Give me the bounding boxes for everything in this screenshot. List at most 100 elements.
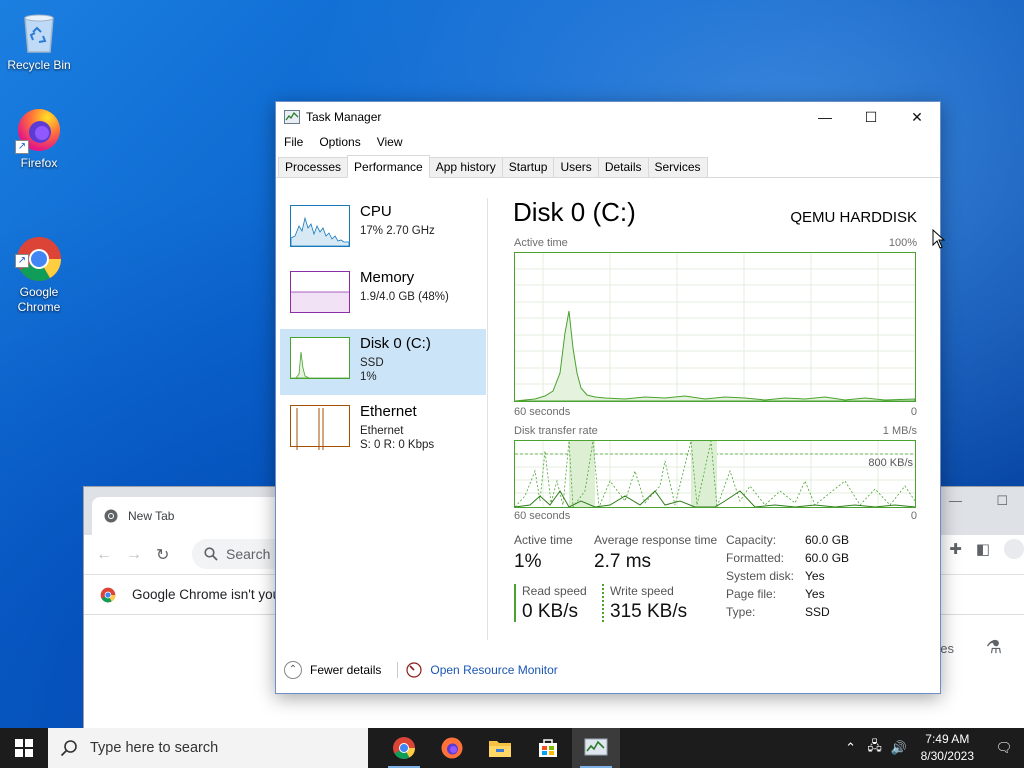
tab-startup[interactable]: Startup [501, 157, 555, 177]
chevron-up-icon[interactable]: ⌃ [839, 740, 863, 756]
resource-name: Disk 0 (C:) [360, 335, 431, 352]
resource-item-disk-0[interactable]: Disk 0 (C:) SSD 1% [280, 329, 486, 395]
task-manager-icon [584, 738, 608, 756]
active-time-graph-timespan: 60 seconds [514, 406, 571, 418]
search-icon [204, 547, 218, 561]
tab-users[interactable]: Users [553, 157, 599, 177]
tab-details[interactable]: Details [597, 157, 649, 177]
infobar-text: Google Chrome isn't you [132, 587, 281, 602]
close-button[interactable]: ✕ [894, 102, 940, 132]
active-time-graph [514, 252, 916, 402]
windows-logo-icon [15, 739, 33, 757]
clock-date: 8/30/2023 [920, 749, 974, 763]
chrome-logo-icon [100, 587, 116, 602]
open-resource-monitor-link[interactable]: Open Resource Monitor [430, 663, 557, 677]
desktop-icon-recycle-bin[interactable]: Recycle Bin [1, 8, 77, 72]
firefox-icon: ↗ [15, 106, 63, 154]
stat-write-speed-label: Write speed [610, 584, 674, 598]
transfer-rate-graph-min: 0 [910, 510, 917, 522]
stat-write-speed-value: 315 KB/s [610, 601, 688, 622]
desktop-icon-label: Recycle Bin [7, 58, 71, 72]
volume-icon[interactable]: 🔊 [887, 740, 911, 756]
taskbar-search-placeholder: Type here to search [90, 740, 219, 756]
chevron-up-icon[interactable]: ⌃ [284, 661, 302, 679]
memory-thumbnail-graph [290, 271, 350, 313]
task-manager-window[interactable]: Task Manager — ☐ ✕ File Options View Pro… [275, 101, 941, 694]
menu-options[interactable]: Options [319, 135, 360, 149]
resource-name: Ethernet [360, 403, 417, 420]
window-controls: — ☐ ✕ [802, 102, 940, 132]
file-explorer-icon [489, 741, 511, 757]
chrome-maximize-button[interactable]: ☐ [996, 493, 1008, 509]
extensions-icon[interactable]: ✚ [949, 540, 962, 558]
footer-separator [397, 662, 399, 678]
taskbar-app-task-manager[interactable] [572, 728, 620, 768]
desktop-icon-label: Google Chrome [17, 285, 61, 314]
prop-capacity-value: 60.0 GB [805, 533, 850, 547]
clock[interactable]: 7:49 AM 8/30/2023 [911, 731, 984, 765]
taskbar-app-firefox[interactable] [428, 728, 476, 768]
resource-usage: 1% [360, 371, 377, 383]
chrome-tab-favicon-icon [104, 509, 118, 523]
menu-file[interactable]: File [284, 135, 303, 149]
prop-page-file-label: Page file: [726, 587, 777, 601]
search-icon [60, 740, 77, 757]
fewer-details-button[interactable]: Fewer details [310, 663, 381, 677]
stat-active-time-value: 1% [514, 551, 542, 572]
taskbar-search-box[interactable]: Type here to search [48, 728, 368, 768]
resource-item-memory[interactable]: Memory 1.9/4.0 GB (48%) [280, 263, 486, 327]
resource-item-ethernet[interactable]: Ethernet Ethernet S: 0 R: 0 Kbps [280, 397, 486, 461]
desktop-icon-google-chrome[interactable]: ↗ Google Chrome [1, 205, 77, 330]
minimize-button[interactable]: — [802, 102, 848, 132]
tab-processes[interactable]: Processes [278, 157, 349, 177]
start-button[interactable] [0, 728, 48, 768]
tab-performance[interactable]: Performance [347, 155, 430, 178]
transfer-rate-graph-label: Disk transfer rate [514, 425, 598, 437]
resource-list: CPU 17% 2.70 GHz Memory 1.9/4.0 GB (48%)… [280, 197, 486, 463]
task-manager-app-icon [284, 110, 300, 124]
notification-icon[interactable]: 🗨 [984, 740, 1024, 756]
back-icon[interactable]: ← [96, 546, 112, 564]
taskbar-app-chrome[interactable] [380, 728, 428, 768]
chrome-tab-new-tab[interactable]: New Tab [92, 497, 282, 535]
resource-detail: Ethernet [360, 425, 404, 437]
task-manager-titlebar[interactable]: Task Manager — ☐ ✕ [276, 102, 940, 132]
taskbar-app-file-explorer[interactable] [476, 728, 524, 768]
disk-thumbnail-graph [290, 337, 350, 379]
clock-time: 7:49 AM [925, 732, 970, 746]
chrome-right-tools: ✚ ◧ [949, 539, 1024, 559]
transfer-rate-graph-midline-label: 800 KB/s [868, 457, 913, 469]
taskbar-app-store[interactable] [524, 728, 572, 768]
task-manager-footer: ⌃ Fewer details Open Resource Monitor [276, 647, 940, 693]
tab-strip: Processes Performance App history Startu… [276, 154, 940, 178]
prop-formatted-value: 60.0 GB [805, 551, 850, 565]
prop-capacity-label: Capacity: [726, 533, 777, 547]
reload-icon[interactable]: ↻ [156, 545, 169, 565]
prop-system-disk-value: Yes [805, 569, 825, 583]
store-icon [539, 739, 557, 757]
tab-services[interactable]: Services [647, 157, 708, 177]
window-title: Task Manager [306, 110, 382, 124]
profile-icon[interactable] [1004, 539, 1024, 559]
tab-app-history[interactable]: App history [428, 157, 503, 177]
active-time-graph-min: 0 [910, 406, 917, 418]
menu-bar: File Options View [276, 132, 940, 152]
ethernet-thumbnail-graph [290, 405, 350, 450]
chrome-icon [393, 737, 415, 759]
chrome-icon: ↗ [15, 220, 63, 281]
prop-formatted-label: Formatted: [726, 551, 785, 565]
write-speed-marker [602, 584, 604, 622]
menu-view[interactable]: View [377, 135, 403, 149]
network-icon[interactable]: 🖧 [863, 737, 887, 759]
desktop-icon-firefox[interactable]: ↗ Firefox [1, 106, 77, 170]
resource-detail: 1.9/4.0 GB (48%) [360, 291, 449, 303]
resource-item-cpu[interactable]: CPU 17% 2.70 GHz [280, 197, 486, 261]
stat-avg-response-value: 2.7 ms [594, 551, 652, 572]
maximize-button[interactable]: ☐ [848, 102, 894, 132]
firefox-icon [441, 737, 463, 759]
prop-type-value: SSD [805, 605, 830, 619]
labs-flask-icon[interactable]: ⚗ [986, 637, 1002, 658]
side-panel-icon[interactable]: ◧ [976, 540, 990, 558]
forward-icon[interactable]: → [126, 546, 142, 564]
chrome-minimize-button[interactable]: — [949, 493, 962, 508]
